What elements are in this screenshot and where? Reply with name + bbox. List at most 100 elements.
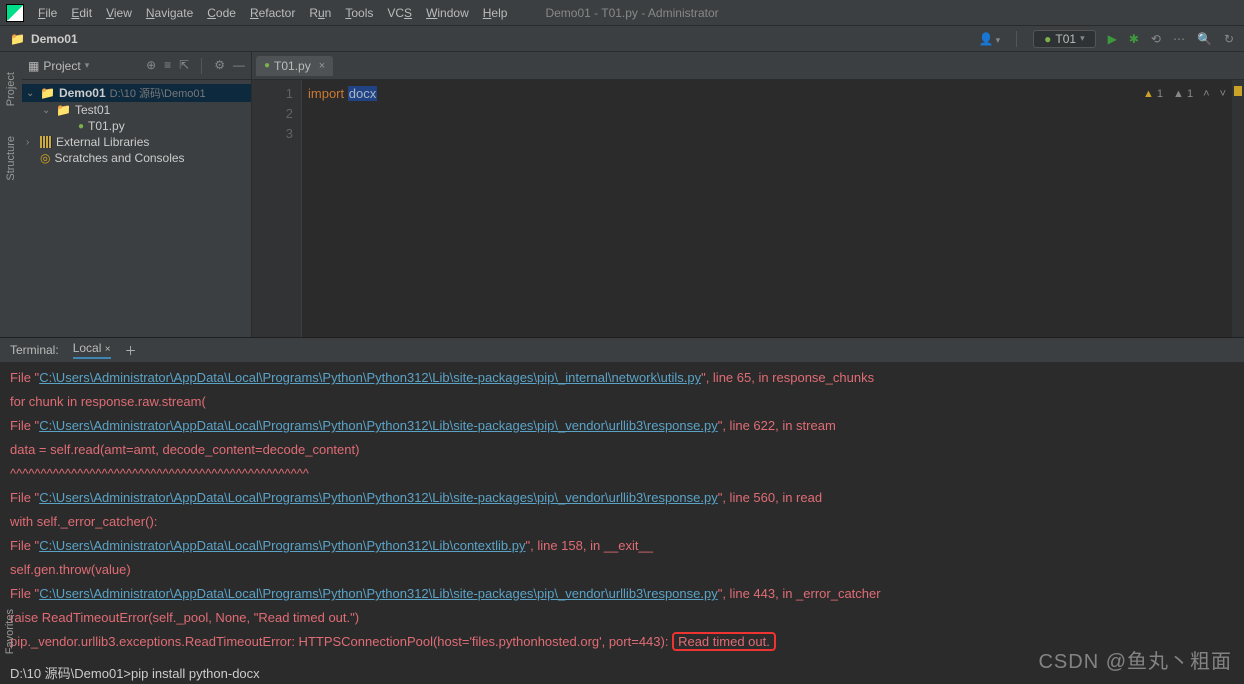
- tree-folder-test01[interactable]: ⌄ 📁 Test01: [22, 102, 251, 118]
- terminal-line: self.gen.throw(value): [10, 558, 1234, 582]
- prev-highlight-icon[interactable]: ˄: [1203, 84, 1209, 104]
- python-icon: ●: [1044, 32, 1051, 46]
- expand-icon[interactable]: ≡: [164, 58, 171, 74]
- menu-window[interactable]: Window: [420, 4, 475, 22]
- traceback-link[interactable]: C:\Users\Administrator\AppData\Local\Pro…: [39, 538, 525, 553]
- library-icon: [40, 136, 52, 148]
- tree-scratches[interactable]: ◎ Scratches and Consoles: [22, 150, 251, 166]
- tree-file-t01[interactable]: ● T01.py: [22, 118, 251, 134]
- chevron-right-icon: ›: [26, 137, 36, 148]
- gear-icon[interactable]: ⚙: [214, 58, 225, 74]
- window-title: Demo01 - T01.py - Administrator: [545, 6, 718, 20]
- search-icon[interactable]: 🔍: [1197, 32, 1212, 46]
- traceback-link[interactable]: C:\Users\Administrator\AppData\Local\Pro…: [39, 370, 701, 385]
- run-config-select[interactable]: ● T01 ▾: [1033, 30, 1095, 48]
- next-highlight-icon[interactable]: ˅: [1220, 84, 1226, 104]
- error-stripe[interactable]: [1232, 80, 1244, 337]
- sidebar-project-tab[interactable]: Project: [5, 72, 17, 106]
- terminal-line: File "C:\Users\Administrator\AppData\Loc…: [10, 414, 1234, 438]
- menu-file[interactable]: File: [32, 4, 63, 22]
- folder-icon: 📁: [56, 103, 71, 117]
- terminal-panel: Terminal: Local × ＋ File "C:\Users\Admin…: [0, 337, 1244, 682]
- menu-view[interactable]: View: [100, 4, 138, 22]
- nav-toolbar: 📁 Demo01 👤 ● T01 ▾ ▶ ✱ ⟲ ⋯ 🔍 ↻: [0, 26, 1244, 52]
- more-run-button[interactable]: ⋯: [1173, 32, 1185, 46]
- breadcrumb-project[interactable]: Demo01: [31, 32, 78, 46]
- pycharm-logo-icon: [6, 4, 24, 22]
- terminal-line: data = self.read(amt=amt, decode_content…: [10, 438, 1234, 462]
- terminal-line: File "C:\Users\Administrator\AppData\Loc…: [10, 534, 1234, 558]
- chevron-down-icon: ⌄: [26, 88, 36, 99]
- project-pane: ▦ Project ▾ ⊕ ≡ ⇱ ⚙ — ⌄ 📁 Demo01 D:\10 源…: [22, 52, 252, 337]
- warning-icon: ▲: [1143, 88, 1154, 100]
- terminal-line: with self._error_catcher():: [10, 510, 1234, 534]
- editor-tabbar: ● T01.py ×: [252, 52, 1244, 80]
- run-button[interactable]: ▶: [1108, 32, 1117, 46]
- project-pane-title[interactable]: ▦ Project ▾: [28, 59, 89, 73]
- line-gutter: 1 2 3: [252, 80, 302, 337]
- traceback-link[interactable]: C:\Users\Administrator\AppData\Local\Pro…: [39, 586, 718, 601]
- highlighted-error: Read timed out.: [672, 632, 776, 651]
- menu-refactor[interactable]: Refactor: [244, 4, 301, 22]
- menu-vcs[interactable]: VCS: [381, 4, 418, 22]
- debug-button[interactable]: ✱: [1129, 32, 1139, 46]
- separator: [1016, 31, 1017, 47]
- hide-icon[interactable]: —: [233, 58, 245, 74]
- tree-root[interactable]: ⌄ 📁 Demo01 D:\10 源码\Demo01: [22, 84, 251, 102]
- menu-code[interactable]: Code: [201, 4, 242, 22]
- menu-edit[interactable]: Edit: [65, 4, 98, 22]
- scratches-icon: ◎: [40, 151, 50, 165]
- inspection-badges[interactable]: ▲ 1 ▲ 1 ˄ ˅: [1143, 84, 1226, 104]
- terminal-line: ^^^^^^^^^^^^^^^^^^^^^^^^^^^^^^^^^^^^^^^^…: [10, 462, 1234, 486]
- editor-tab-t01[interactable]: ● T01.py ×: [256, 56, 333, 76]
- traceback-link[interactable]: C:\Users\Administrator\AppData\Local\Pro…: [39, 418, 718, 433]
- user-icon[interactable]: 👤: [979, 32, 1000, 46]
- terminal-line: raise ReadTimeoutError(self._pool, None,…: [10, 606, 1234, 630]
- update-button[interactable]: ↻: [1224, 32, 1234, 46]
- menu-bar: File Edit View Navigate Code Refactor Ru…: [0, 0, 1244, 26]
- keyword: import: [308, 86, 344, 101]
- warning-marker[interactable]: [1234, 86, 1242, 96]
- folder-icon: 📁: [10, 32, 25, 46]
- run-config-label: T01: [1055, 32, 1076, 46]
- terminal-header: Terminal: Local × ＋: [0, 338, 1244, 362]
- tree-external-libs[interactable]: › External Libraries: [22, 134, 251, 150]
- terminal-error-line: pip._vendor.urllib3.exceptions.ReadTimeo…: [10, 630, 1234, 654]
- left-gutter: Project Structure: [0, 52, 22, 337]
- separator: [201, 58, 202, 74]
- folder-icon: 📁: [40, 86, 55, 100]
- terminal-line: File "C:\Users\Administrator\AppData\Loc…: [10, 486, 1234, 510]
- terminal-tab-local[interactable]: Local ×: [73, 341, 111, 359]
- editor: ● T01.py × 1 2 3 import docx ▲ 1 ▲ 1 ˄ ˅: [252, 52, 1244, 337]
- main-area: Project Structure ▦ Project ▾ ⊕ ≡ ⇱ ⚙ — …: [0, 52, 1244, 337]
- menu-help[interactable]: Help: [477, 4, 514, 22]
- menu-tools[interactable]: Tools: [339, 4, 379, 22]
- terminal-prompt[interactable]: D:\10 源码\Demo01>pip install python-docx: [10, 662, 1234, 682]
- terminal-line: for chunk in response.raw.stream(: [10, 390, 1234, 414]
- project-pane-header: ▦ Project ▾ ⊕ ≡ ⇱ ⚙ —: [22, 52, 251, 80]
- project-tree: ⌄ 📁 Demo01 D:\10 源码\Demo01 ⌄ 📁 Test01 ● …: [22, 80, 251, 170]
- close-tab-icon[interactable]: ×: [319, 60, 325, 72]
- menu-run[interactable]: Run: [303, 4, 337, 22]
- code-content[interactable]: import docx ▲ 1 ▲ 1 ˄ ˅: [302, 80, 1244, 337]
- chevron-down-icon: ▾: [1080, 33, 1085, 44]
- collapse-icon[interactable]: ⇱: [179, 58, 189, 74]
- traceback-link[interactable]: C:\Users\Administrator\AppData\Local\Pro…: [39, 490, 718, 505]
- target-icon[interactable]: ⊕: [146, 58, 156, 74]
- new-terminal-button[interactable]: ＋: [125, 342, 137, 359]
- sidebar-structure-tab[interactable]: Structure: [5, 136, 17, 181]
- terminal-line: File "C:\Users\Administrator\AppData\Loc…: [10, 366, 1234, 390]
- menu-navigate[interactable]: Navigate: [140, 4, 199, 22]
- code-area[interactable]: 1 2 3 import docx ▲ 1 ▲ 1 ˄ ˅: [252, 80, 1244, 337]
- terminal-title: Terminal:: [10, 343, 59, 357]
- python-icon: ●: [78, 121, 84, 132]
- sidebar-favorites-tab[interactable]: Favorites: [4, 609, 16, 654]
- python-icon: ●: [264, 60, 270, 71]
- selected-module: docx: [348, 86, 377, 101]
- run-coverage-button[interactable]: ⟲: [1151, 32, 1161, 46]
- terminal-body[interactable]: File "C:\Users\Administrator\AppData\Loc…: [0, 362, 1244, 682]
- close-icon[interactable]: ×: [105, 344, 111, 355]
- terminal-line: File "C:\Users\Administrator\AppData\Loc…: [10, 582, 1234, 606]
- chevron-down-icon: ⌄: [42, 105, 52, 116]
- weak-warning-icon: ▲: [1173, 88, 1184, 100]
